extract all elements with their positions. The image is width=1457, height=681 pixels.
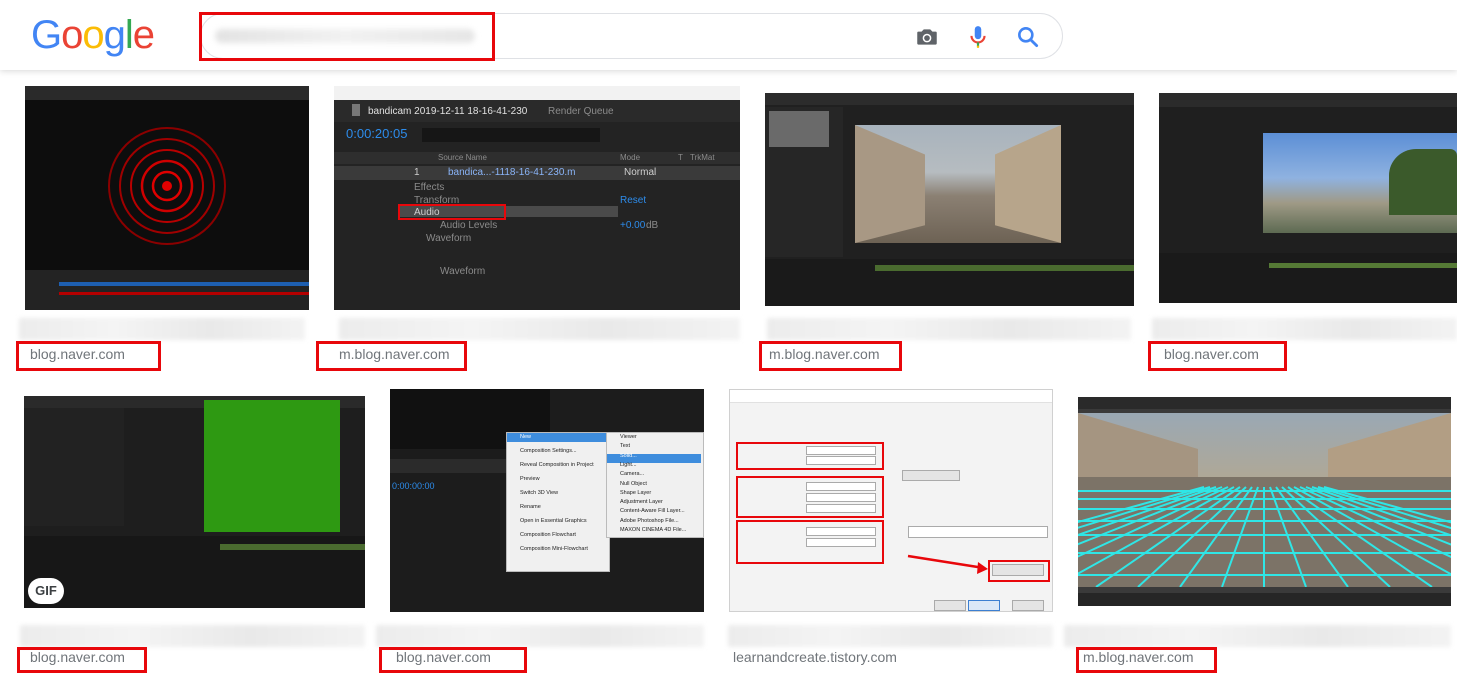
result-thumbnail[interactable]: bandicam 2019-12-11 18-16-41-230 Render … xyxy=(334,86,740,310)
result-thumbnail[interactable] xyxy=(765,93,1134,306)
menu-item: Rename xyxy=(520,504,541,510)
audio-levels-row: Audio Levels xyxy=(440,220,498,231)
result-title[interactable] xyxy=(728,625,1053,647)
menu-item: Viewer xyxy=(620,434,637,440)
result-title[interactable] xyxy=(1152,318,1457,340)
source-highlight xyxy=(16,341,161,371)
reset-link: Reset xyxy=(620,195,647,206)
source-highlight xyxy=(316,341,467,371)
menu-item: Camera... xyxy=(620,471,645,478)
result-title[interactable] xyxy=(20,625,365,647)
db-unit: dB xyxy=(646,220,659,231)
gif-badge: GIF xyxy=(28,578,64,604)
timecode: 0:00:20:05 xyxy=(346,126,408,141)
layer-number: 1 xyxy=(414,167,420,178)
logo-letter: o xyxy=(61,13,83,57)
result-title[interactable] xyxy=(19,318,305,340)
search-query-highlight xyxy=(199,12,495,61)
menu-item: Composition Flowchart xyxy=(520,532,576,538)
menu-item: Preview xyxy=(520,476,540,482)
result-title[interactable] xyxy=(376,625,704,647)
column-t: T xyxy=(678,153,683,162)
result-thumbnail[interactable] xyxy=(1078,397,1451,606)
ripple-circles-graphic xyxy=(108,127,226,245)
red-arrow-annotation xyxy=(907,554,988,574)
source-highlight xyxy=(1148,341,1287,371)
menu-item: Shape Layer xyxy=(620,489,652,496)
result-thumbnail[interactable]: 0:00:00:00 New Composition Settings... Rev… xyxy=(390,389,704,612)
waveform-label: Waveform xyxy=(440,266,486,277)
menu-item: Reveal Composition in Project xyxy=(520,462,594,468)
db-value: +0.00 xyxy=(620,220,646,231)
menu-item: Switch 3D View xyxy=(520,490,559,496)
source-highlight xyxy=(1076,647,1217,673)
result-source[interactable]: learnandcreate.tistory.com xyxy=(733,649,897,665)
column-trkmat: TrkMat xyxy=(690,153,715,162)
logo-letter: g xyxy=(103,13,126,57)
menu-item: Adobe Photoshop File... xyxy=(620,517,679,524)
microphone-icon[interactable] xyxy=(965,24,991,50)
layer-mode: Normal xyxy=(624,167,657,178)
source-highlight xyxy=(379,647,527,673)
menu-item: Null Object xyxy=(620,480,647,487)
menu-item: Open in Essential Graphics xyxy=(520,518,587,524)
audio-highlight xyxy=(398,204,506,220)
result-thumbnail[interactable] xyxy=(1159,93,1457,303)
search-icon[interactable] xyxy=(1015,24,1041,50)
tab-render-queue: Render Queue xyxy=(548,106,614,117)
cyan-grid-graphic xyxy=(1078,486,1451,587)
column-source-name: Source Name xyxy=(438,153,487,162)
menu-item: Light... xyxy=(620,461,637,468)
menu-item: Solid... xyxy=(620,452,637,459)
menu-item: MAXON CINEMA 4D File... xyxy=(620,527,687,533)
tab-title: bandicam 2019-12-11 18-16-41-230 xyxy=(368,106,528,117)
source-highlight xyxy=(17,647,147,673)
logo-letter: G xyxy=(31,13,62,57)
logo-letter: o xyxy=(82,13,104,57)
result-title[interactable] xyxy=(767,318,1131,340)
menu-item: Composition Settings... xyxy=(520,448,577,454)
effects-row: Effects xyxy=(414,182,445,193)
waveform-row: Waveform xyxy=(426,233,472,244)
result-thumbnail[interactable] xyxy=(729,389,1053,612)
column-mode: Mode xyxy=(620,153,641,162)
camera-icon[interactable] xyxy=(914,24,940,50)
search-header: Google xyxy=(0,0,1457,70)
menu-item: Text xyxy=(620,443,631,450)
menu-item: Adjustment Layer xyxy=(620,499,663,506)
result-thumbnail[interactable]: GIF xyxy=(24,396,365,608)
layer-name: bandica...-1118-16-41-230.m xyxy=(448,167,576,178)
menu-item: New xyxy=(520,434,532,440)
result-title[interactable] xyxy=(339,318,740,340)
logo-letter: e xyxy=(132,13,155,57)
source-highlight xyxy=(759,341,902,371)
menu-item: Content-Aware Fill Layer... xyxy=(620,508,685,515)
google-logo[interactable]: Google xyxy=(31,10,155,60)
timecode: 0:00:00:00 xyxy=(392,481,435,491)
result-title[interactable] xyxy=(1064,625,1451,647)
result-thumbnail[interactable] xyxy=(25,86,309,310)
menu-item: Composition Mini-Flowchart xyxy=(520,546,588,552)
logo-letter: l xyxy=(124,13,134,57)
